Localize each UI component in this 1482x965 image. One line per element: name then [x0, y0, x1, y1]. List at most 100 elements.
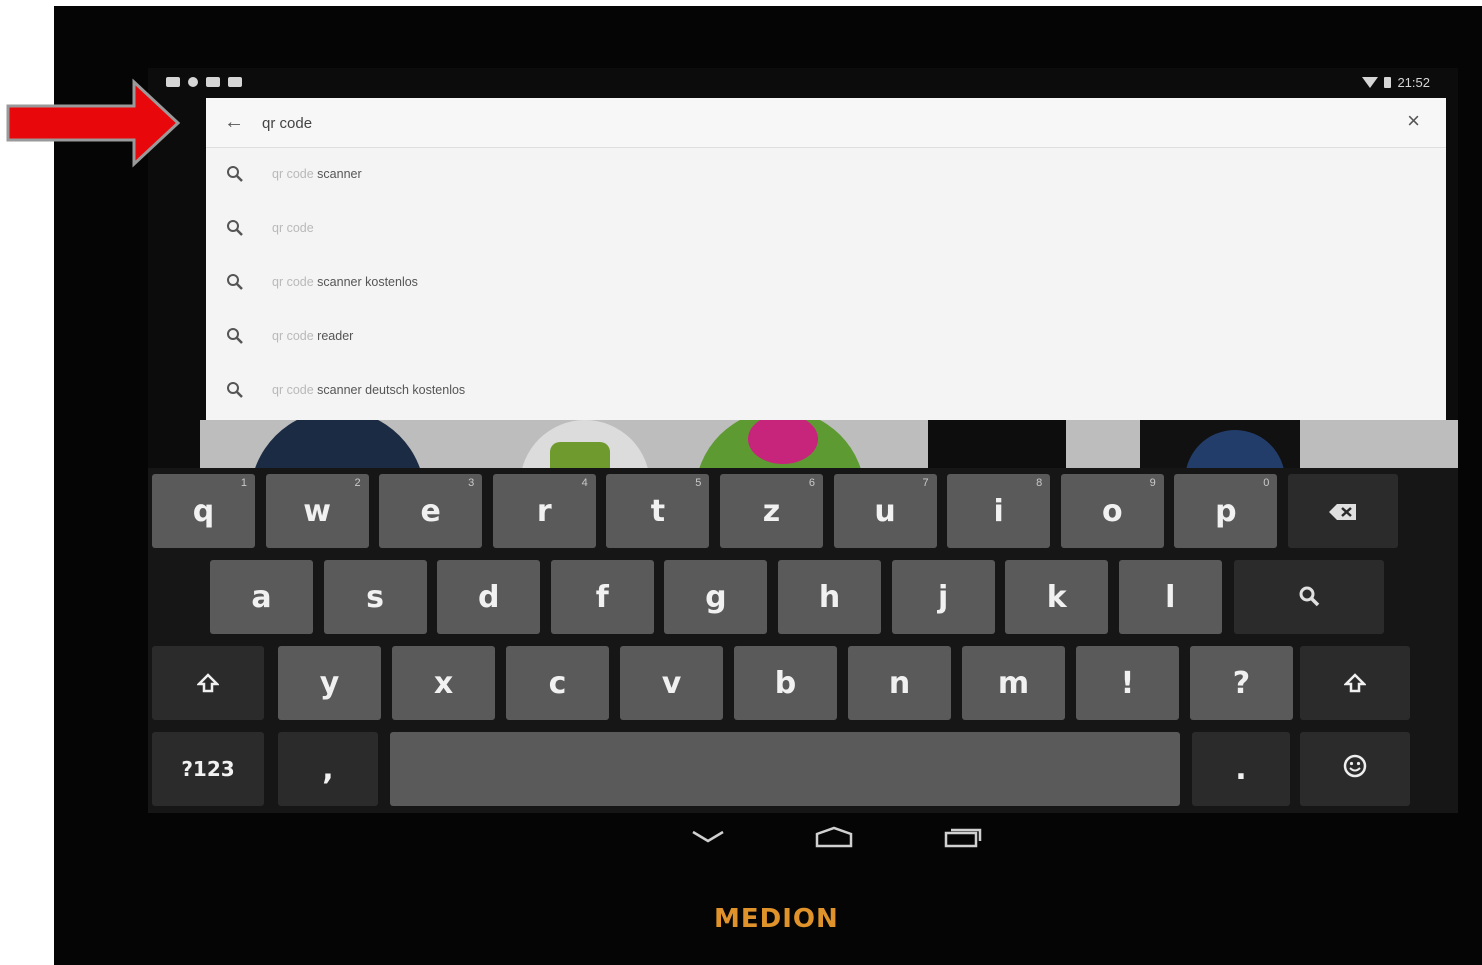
backspace-key[interactable]: [1288, 474, 1398, 548]
device-brand-logo: MEDION: [714, 904, 839, 934]
key-label: b: [774, 665, 797, 701]
search-input[interactable]: [262, 111, 1362, 135]
key-c[interactable]: c: [506, 646, 609, 720]
search-icon: [226, 273, 244, 291]
suggestion-item[interactable]: qr code: [206, 202, 1446, 256]
suggestion-prefix: qr code: [272, 167, 314, 181]
suggestion-text: qr code reader: [272, 329, 353, 343]
key-label: a: [251, 579, 272, 615]
key-number-hint: 0: [1263, 477, 1270, 489]
battery-icon: [1384, 77, 1392, 88]
suggestion-completion: scanner deutsch kostenlos: [313, 383, 466, 397]
suggestion-list: qr code scanner qr code qr code scanner ko…: [206, 148, 1446, 418]
key-f[interactable]: f: [550, 560, 654, 634]
suggestion-item[interactable]: qr code scanner deutsch kostenlos: [206, 364, 1446, 418]
suggestion-text: qr code scanner deutsch kostenlos: [272, 383, 465, 397]
key-label: y: [319, 665, 340, 701]
status-indicators: 21:52: [1362, 75, 1430, 90]
shift-key-left[interactable]: [152, 646, 264, 720]
search-icon: [226, 165, 244, 183]
key-label: !: [1120, 665, 1135, 701]
key-s[interactable]: s: [323, 560, 427, 634]
key-label: m: [997, 665, 1030, 701]
search-key[interactable]: [1234, 560, 1384, 634]
key-label: o: [1101, 493, 1123, 529]
symbols-key[interactable]: ?123: [152, 732, 264, 806]
key-j[interactable]: j: [891, 560, 995, 634]
close-icon[interactable]: ×: [1407, 108, 1420, 134]
tablet-photo: 21:52 ← × qr code scannerqr codeqr code …: [54, 6, 1482, 965]
key-number-hint: 6: [808, 477, 815, 489]
search-icon: [1298, 580, 1320, 615]
key-o[interactable]: o9: [1060, 474, 1164, 548]
key-label: z: [762, 493, 781, 529]
key-label: j: [937, 579, 949, 615]
space-key[interactable]: [390, 732, 1180, 806]
key-m[interactable]: m: [962, 646, 1065, 720]
comma-key[interactable]: ,: [278, 732, 378, 806]
key-x[interactable]: x: [392, 646, 495, 720]
key-number-hint: 1: [240, 477, 247, 489]
suggestion-prefix: qr code: [272, 275, 314, 289]
key-p[interactable]: p0: [1174, 474, 1278, 548]
key-n[interactable]: n: [848, 646, 951, 720]
key-label: u: [874, 493, 896, 529]
key-l[interactable]: l: [1118, 560, 1222, 634]
arrow-back-icon[interactable]: ←: [224, 110, 244, 134]
key-number-hint: 9: [1149, 477, 1156, 489]
suggestion-item[interactable]: qr code scanner: [206, 148, 1446, 202]
key-number-hint: 2: [354, 477, 361, 489]
annotation-arrow-icon: [6, 78, 181, 168]
nav-recents-icon[interactable]: [943, 823, 983, 851]
key-h[interactable]: h: [778, 560, 881, 634]
key-label: .: [1235, 751, 1247, 787]
period-key[interactable]: .: [1192, 732, 1290, 806]
key-r[interactable]: r4: [492, 474, 596, 548]
key-label: ?: [1232, 665, 1251, 701]
suggestion-completion: reader: [313, 329, 354, 343]
suggestion-text: qr code scanner kostenlos: [272, 275, 418, 289]
key-label: n: [888, 665, 911, 701]
key-y[interactable]: y: [278, 646, 381, 720]
key-label: v: [661, 665, 682, 701]
suggestion-text: qr code: [272, 221, 314, 235]
key-i[interactable]: i8: [947, 474, 1051, 548]
key-k[interactable]: k: [1005, 560, 1109, 634]
shift-key-right[interactable]: [1300, 646, 1410, 720]
key-?[interactable]: ?: [1190, 646, 1293, 720]
key-label: x: [433, 665, 454, 701]
suggestion-item[interactable]: qr code reader: [206, 310, 1446, 364]
nav-back-icon[interactable]: [688, 823, 728, 851]
tablet-screen: 21:52 ← × qr code scannerqr codeqr code …: [148, 68, 1458, 848]
backspace-icon: [1328, 494, 1358, 529]
app-icon: [550, 442, 610, 468]
key-t[interactable]: t5: [606, 474, 710, 548]
suggestion-item[interactable]: qr code scanner kostenlos: [206, 256, 1446, 310]
key-a[interactable]: a: [210, 560, 313, 634]
key-e[interactable]: e3: [379, 474, 483, 548]
suggestion-prefix: qr code: [272, 329, 314, 343]
key-![interactable]: !: [1076, 646, 1179, 720]
shift-icon: [195, 666, 221, 701]
app-icon: [250, 420, 425, 468]
key-label: f: [595, 579, 609, 615]
key-g[interactable]: g: [664, 560, 768, 634]
key-q[interactable]: q1: [152, 474, 255, 548]
key-d[interactable]: d: [437, 560, 541, 634]
key-label: g: [705, 579, 727, 615]
search-bar: ← ×: [206, 98, 1446, 148]
suggestion-text: qr code scanner: [272, 167, 362, 181]
key-number-hint: 4: [581, 477, 588, 489]
mail-icon: [206, 77, 220, 87]
key-u[interactable]: u7: [833, 474, 937, 548]
key-z[interactable]: z6: [720, 474, 823, 548]
key-label: c: [548, 665, 567, 701]
nav-home-icon[interactable]: [814, 823, 854, 851]
key-v[interactable]: v: [620, 646, 723, 720]
emoji-key[interactable]: [1300, 732, 1410, 806]
key-w[interactable]: w2: [265, 474, 369, 548]
key-b[interactable]: b: [734, 646, 837, 720]
notification-icon: [188, 77, 198, 87]
emoji-icon: [1342, 752, 1368, 787]
search-icon: [226, 381, 244, 399]
